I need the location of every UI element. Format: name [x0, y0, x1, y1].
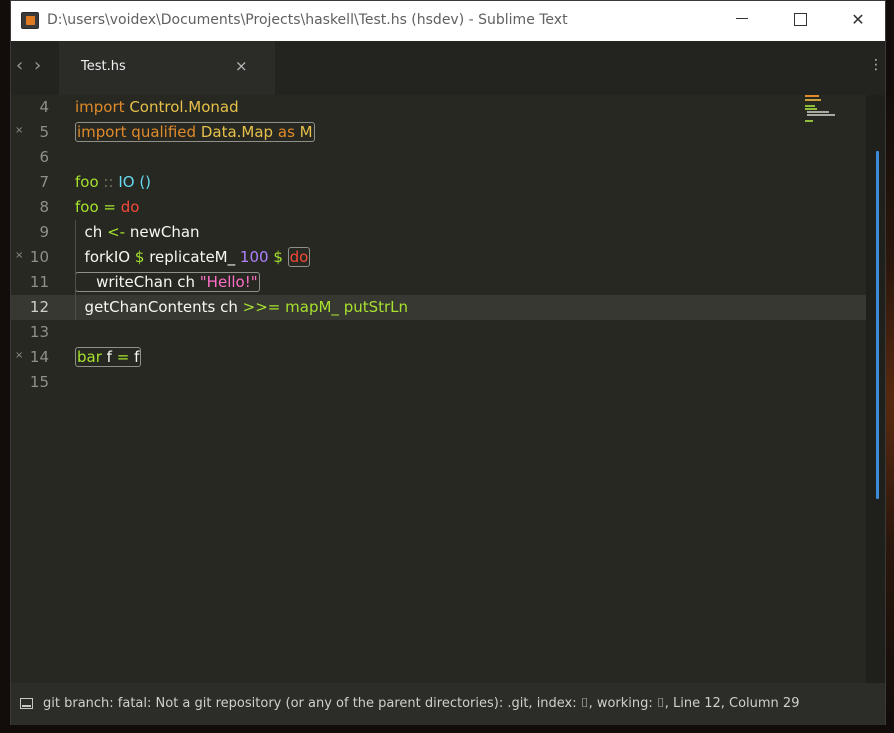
tab-bar: ‹ › Test.hs × ⋮ — [11, 41, 885, 95]
code-line[interactable]: 6 — [11, 145, 866, 170]
close-window-button[interactable]: ✕ — [835, 1, 881, 41]
token-identifier: newChan — [129, 223, 200, 241]
token-function: putStrLn — [343, 298, 409, 316]
panel-toggle-icon[interactable] — [20, 698, 33, 709]
line-number: 4 — [39, 98, 49, 116]
line-number: 9 — [39, 223, 49, 241]
line-number: 6 — [39, 148, 49, 166]
token-type: () — [139, 173, 152, 191]
token-identifier: forkIO — [84, 248, 131, 266]
code-text: foo = do — [75, 198, 139, 216]
editor-area[interactable]: 4 import Control.Monad × 5 import qualif… — [11, 95, 885, 683]
token-keyword[interactable]: do — [287, 247, 311, 267]
minimap[interactable] — [805, 95, 837, 125]
line-number: 12 — [29, 298, 49, 316]
token-function: foo — [75, 198, 99, 216]
token-operator: :: — [103, 173, 114, 191]
token-number: 100 — [239, 248, 269, 266]
token-operator: = — [116, 348, 130, 366]
token-identifier: getChanContents ch — [84, 298, 238, 316]
code-text: getChanContents ch >>= mapM_ putStrLn — [75, 298, 409, 316]
line-number: 15 — [29, 373, 49, 391]
token-operator: $ — [134, 248, 145, 266]
code-line[interactable]: 13 — [11, 320, 866, 345]
code-line[interactable]: 11 writeChan ch "Hello!" — [11, 270, 866, 295]
token-identifier: f — [134, 348, 140, 366]
forward-arrow-icon[interactable]: › — [34, 55, 41, 76]
token-keyword: import qualified — [77, 123, 197, 141]
code-line[interactable]: × 5 import qualified Data.Map as M — [11, 120, 866, 145]
minimize-button[interactable] — [719, 1, 765, 41]
code-text: ch <- newChan — [75, 223, 200, 241]
token-operator: $ — [273, 248, 283, 266]
code-line[interactable]: 15 — [11, 370, 866, 395]
close-icon: ✕ — [851, 10, 865, 29]
minimap-line — [807, 111, 829, 113]
tab-label: Test.hs — [81, 59, 126, 74]
line-number: 14 — [29, 348, 49, 366]
minimap-line — [805, 105, 815, 107]
line-number: 13 — [29, 323, 49, 341]
token-string: "Hello!" — [199, 273, 258, 291]
line-number: 5 — [39, 123, 49, 141]
code-line[interactable]: 7 foo :: IO () — [11, 170, 866, 195]
token-type: IO — [118, 173, 135, 191]
minimap-line — [805, 95, 819, 97]
tab-close-icon[interactable]: × — [235, 57, 248, 75]
token-module: M — [299, 123, 313, 141]
code-line[interactable]: 9 ch <- newChan — [11, 220, 866, 245]
indent-guide — [75, 220, 76, 320]
code-text: forkIO $ replicateM_ 100 $ do — [75, 247, 311, 267]
code-line-current[interactable]: 12 getChanContents ch >>= mapM_ putStrLn — [11, 295, 866, 320]
title-bar[interactable]: D:\users\voidex\Documents\Projects\haske… — [11, 1, 885, 41]
token-operator: = — [103, 198, 116, 216]
back-arrow-icon[interactable]: ‹ — [16, 55, 23, 76]
token-identifier: writeChan ch — [96, 273, 195, 291]
maximize-icon — [793, 12, 807, 26]
token-function: bar — [77, 348, 102, 366]
token-identifier: ch — [84, 223, 103, 241]
minimap-line — [805, 120, 813, 122]
code-line[interactable]: × 10 forkIO $ replicateM_ 100 $ do — [11, 245, 866, 270]
line-number: 10 — [29, 248, 49, 266]
token-operator: >>= — [242, 298, 281, 316]
token-function: foo — [75, 173, 99, 191]
token-operator: <- — [107, 223, 126, 241]
line-number: 11 — [29, 273, 49, 291]
token-identifier: replicateM_ — [149, 248, 236, 266]
token-keyword: import — [75, 98, 125, 116]
tab-test-hs[interactable]: Test.hs × — [59, 41, 275, 95]
code-text: writeChan ch "Hello!" — [75, 272, 260, 292]
minimap-line — [807, 114, 835, 116]
more-menu-icon[interactable]: ⋮ — [869, 57, 883, 73]
token-keyword: do — [120, 198, 140, 216]
minimap-line — [805, 108, 817, 110]
token-module: Data.Map — [200, 123, 274, 141]
sublime-app-icon[interactable] — [21, 12, 39, 29]
code-text: import Control.Monad — [75, 98, 239, 116]
code-line[interactable]: 4 import Control.Monad — [11, 95, 866, 120]
code-text: foo :: IO () — [75, 173, 151, 191]
token-keyword: as — [277, 123, 295, 141]
diagnostic-highlight[interactable]: import qualified Data.Map as M — [75, 122, 315, 142]
token-identifier: f — [106, 348, 112, 366]
token-module: Control.Monad — [129, 98, 239, 116]
minimap-line — [805, 99, 821, 101]
code-line[interactable]: × 14 bar f = f — [11, 345, 866, 370]
code-text: import qualified Data.Map as M — [75, 122, 315, 142]
line-number: 7 — [39, 173, 49, 191]
diagnostic-highlight[interactable]: writeChan ch "Hello!" — [75, 272, 260, 292]
code-text: bar f = f — [75, 347, 142, 367]
window-title: D:\users\voidex\Documents\Projects\haske… — [47, 12, 568, 28]
minimize-icon — [736, 18, 748, 19]
status-bar: git branch: fatal: Not a git repository … — [11, 683, 885, 725]
scrollbar-thumb[interactable] — [876, 151, 879, 499]
sublime-window: D:\users\voidex\Documents\Projects\haske… — [10, 0, 886, 725]
code-line[interactable]: 8 foo = do — [11, 195, 866, 220]
token-function: mapM_ — [285, 298, 339, 316]
status-text: git branch: fatal: Not a git repository … — [43, 696, 800, 711]
line-number: 8 — [39, 198, 49, 216]
maximize-button[interactable] — [777, 1, 823, 41]
diagnostic-highlight[interactable]: bar f = f — [75, 347, 142, 367]
